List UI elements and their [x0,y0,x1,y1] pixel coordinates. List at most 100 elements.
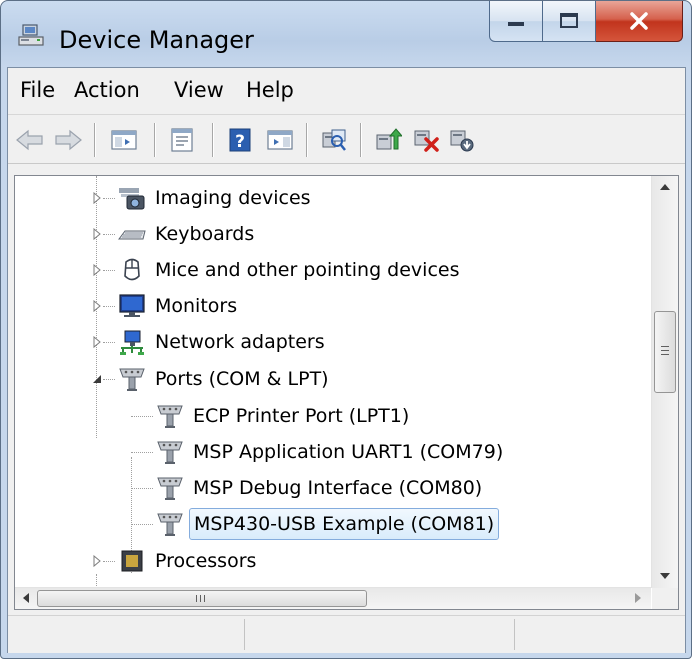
grip-icon [661,354,669,355]
device-manager-window: Device Manager File Action View Help ? I… [0,0,692,659]
help-button[interactable]: ? [224,125,256,155]
disable-device-icon [450,130,474,152]
back-icon [16,129,43,151]
properties-button[interactable] [166,125,198,155]
menu-file[interactable]: File [16,74,59,106]
expand-arrow-icon[interactable] [91,191,103,205]
tree-connector-line [103,270,115,271]
tree-node-label: Monitors [155,295,238,317]
disable-device-button[interactable] [446,125,478,155]
scroll-right-arrow-icon[interactable] [635,593,641,603]
device-tree[interactable]: Imaging devices Keyboards Mice and other… [14,175,679,610]
minimize-icon [508,22,524,26]
action-pane-icon [267,130,293,150]
vertical-scrollbar[interactable] [651,176,678,588]
device-manager-app-icon [18,24,44,46]
back-button[interactable] [14,125,46,155]
tree-node-label: Ports (COM & LPT) [155,368,329,390]
port-icon [157,477,183,500]
tree-node-monitors[interactable]: Monitors [117,288,241,324]
grip-icon [204,595,205,602]
show-hide-console-tree-button[interactable] [108,125,140,155]
menu-action[interactable]: Action [70,74,144,106]
close-button[interactable] [596,1,683,42]
expand-arrow-icon[interactable] [91,263,103,277]
properties-icon [171,128,193,152]
action-pane-button[interactable] [264,125,296,155]
network-adapter-icon [120,330,144,355]
menu-bar: File Action View Help [8,68,685,115]
expand-arrow-icon[interactable] [91,299,103,313]
uninstall-icon [414,130,439,152]
tree-connector-line [103,379,115,380]
tree-node-processors[interactable]: Processors [117,543,260,579]
tree-connector-line [131,524,153,525]
forward-button[interactable] [52,125,84,155]
tree-connector-line [131,452,153,453]
forward-icon [55,129,82,151]
tree-node-network-adapters[interactable]: Network adapters [117,324,329,360]
tree-connector-line [131,488,153,489]
device-tree-viewport: Imaging devices Keyboards Mice and other… [15,176,651,588]
vertical-scroll-thumb[interactable] [654,311,676,393]
caption-buttons [489,1,683,43]
tree-node-msp430-usb-example[interactable]: MSP430-USB Example (COM81) [155,506,500,542]
uninstall-button[interactable] [410,125,442,155]
port-icon [157,441,183,464]
maximize-button[interactable] [543,1,596,42]
menu-view[interactable]: View [170,74,228,106]
tree-connector-line [103,198,115,199]
expand-arrow-icon[interactable] [91,554,103,568]
status-panel [8,619,245,650]
show-hide-console-tree-icon [111,130,137,150]
tree-connector-line [96,574,97,588]
tree-connector-line [103,306,115,307]
tree-node-label: Imaging devices [155,187,311,209]
status-bar [8,615,685,653]
tree-node-ecp-printer-port[interactable]: ECP Printer Port (LPT1) [155,398,413,434]
toolbar: ? [8,115,685,164]
toolbar-separator [360,123,362,157]
scan-hardware-changes-icon [322,129,346,151]
minimize-button[interactable] [489,1,543,42]
horizontal-scrollbar[interactable] [15,587,651,609]
tree-node-msp-application-uart1[interactable]: MSP Application UART1 (COM79) [155,434,507,470]
collapse-arrow-icon[interactable] [91,372,103,386]
port-icon [157,405,183,428]
tree-node-label: MSP Debug Interface (COM80) [193,477,483,499]
maximize-icon [560,13,578,28]
menu-help[interactable]: Help [242,74,298,106]
update-driver-icon [376,128,402,150]
grip-icon [661,350,669,351]
status-panel [246,619,515,650]
title-bar[interactable]: Device Manager [1,1,691,65]
help-icon: ? [229,128,251,152]
port-icon [119,368,145,391]
expand-arrow-icon[interactable] [91,335,103,349]
scan-hardware-changes-button[interactable] [318,125,350,155]
horizontal-scroll-thumb[interactable] [37,590,367,607]
scroll-left-arrow-icon[interactable] [23,593,29,603]
tree-connector-line [131,416,153,417]
tree-node-label: Mice and other pointing devices [155,259,460,281]
expand-arrow-icon[interactable] [91,227,103,241]
processor-icon [121,550,143,572]
client-area: File Action View Help ? Imaging devices … [7,67,686,653]
grip-icon [661,346,669,347]
tree-connector-line [103,342,115,343]
tree-node-msp-debug-interface[interactable]: MSP Debug Interface (COM80) [155,470,486,506]
tree-node-keyboards[interactable]: Keyboards [117,216,258,252]
status-panel [516,619,682,650]
mouse-icon [124,258,140,281]
monitor-icon [119,294,145,317]
scroll-up-arrow-icon[interactable] [660,184,670,190]
camera-icon [119,188,145,210]
toolbar-separator [94,123,96,157]
port-icon [157,513,183,536]
tree-node-mice[interactable]: Mice and other pointing devices [117,252,463,288]
tree-node-label: Processors [155,550,257,572]
tree-node-ports[interactable]: Ports (COM & LPT) [117,361,333,397]
update-driver-button[interactable] [372,125,404,155]
scroll-down-arrow-icon[interactable] [660,573,670,579]
tree-node-imaging-devices[interactable]: Imaging devices [117,180,315,216]
